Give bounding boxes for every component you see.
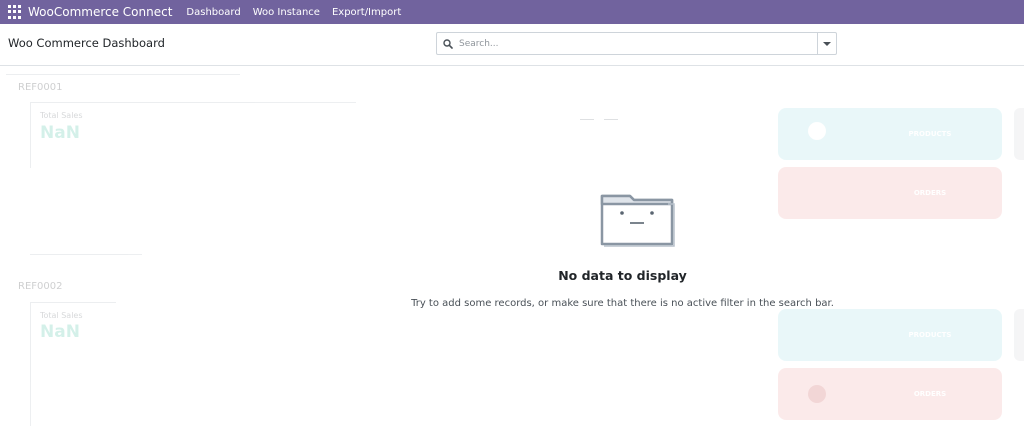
empty-folder-icon [598, 190, 676, 248]
globe-icon [808, 385, 826, 403]
empty-state-title: No data to display [558, 268, 687, 283]
orders-tile-label: ORDERS [913, 390, 947, 398]
empty-state-help: Try to add some records, or make sure th… [411, 298, 834, 309]
empty-state: No data to display Try to add some recor… [0, 0, 1024, 360]
